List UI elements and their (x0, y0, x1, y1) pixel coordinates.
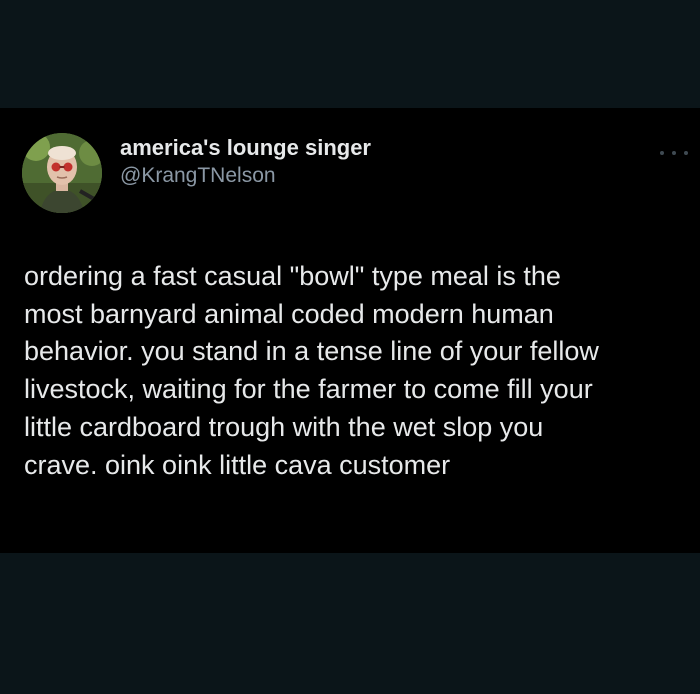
author-handle[interactable]: @KrangTNelson (120, 162, 371, 190)
avatar-image (22, 133, 102, 213)
more-horizontal-icon-dot (684, 151, 688, 155)
more-horizontal-icon-dot (672, 151, 676, 155)
tweet-header: america's lounge singer @KrangTNelson (22, 132, 371, 214)
screenshot-backdrop: america's lounge singer @KrangTNelson or… (0, 0, 700, 694)
more-options-button[interactable] (660, 146, 688, 160)
author-display-name[interactable]: america's lounge singer (120, 134, 371, 162)
tweet-text: ordering a fast casual "bowl" type meal … (24, 261, 599, 480)
tweet-card[interactable]: america's lounge singer @KrangTNelson or… (0, 108, 700, 553)
more-horizontal-icon (660, 151, 664, 155)
avatar[interactable] (22, 133, 102, 213)
author-names: america's lounge singer @KrangTNelson (120, 134, 371, 190)
